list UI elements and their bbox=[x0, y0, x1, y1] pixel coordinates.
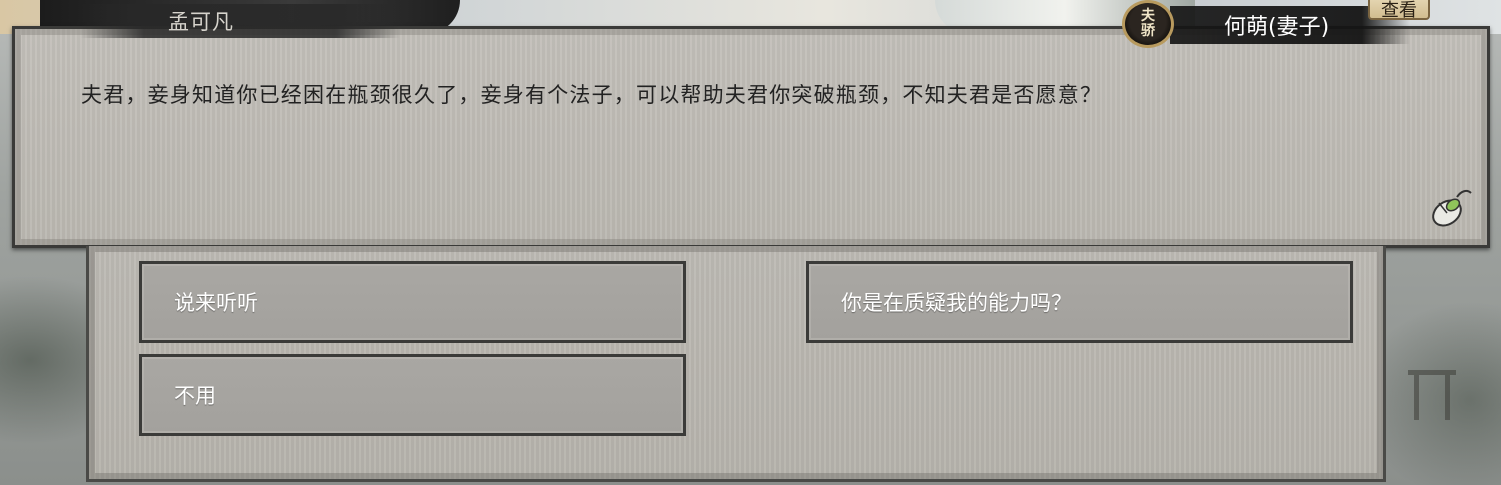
speaker-name: 孟可凡 bbox=[168, 10, 234, 34]
view-button[interactable]: 查看 bbox=[1368, 0, 1430, 21]
background-gate bbox=[1408, 370, 1456, 425]
choice-option-1[interactable]: 说来听听 bbox=[139, 261, 686, 343]
speaker-name-tag: 孟可凡 bbox=[80, 4, 400, 38]
emblem-char-2: 骄 bbox=[1141, 23, 1155, 39]
choice-label: 说来听听 bbox=[174, 291, 258, 315]
choice-label: 你是在质疑我的能力吗？ bbox=[841, 291, 1072, 315]
mouse-icon[interactable] bbox=[1427, 185, 1475, 229]
choice-option-2[interactable]: 你是在质疑我的能力吗？ bbox=[806, 261, 1353, 343]
emblem-char-1: 夫 bbox=[1141, 8, 1155, 24]
relationship-emblem-icon: 夫 骄 bbox=[1122, 0, 1174, 48]
dialogue-text: 夫君，妾身知道你已经困在瓶颈很久了，妾身有个法子，可以帮助夫君你突破瓶颈，不知夫… bbox=[81, 83, 1103, 107]
dialogue-box[interactable]: 夫君，妾身知道你已经困在瓶颈很久了，妾身有个法子，可以帮助夫君你突破瓶颈，不知夫… bbox=[12, 26, 1490, 248]
choice-option-3[interactable]: 不用 bbox=[139, 354, 686, 436]
choice-label: 不用 bbox=[174, 384, 216, 408]
listener-name: 何萌(妻子) bbox=[1224, 15, 1330, 40]
